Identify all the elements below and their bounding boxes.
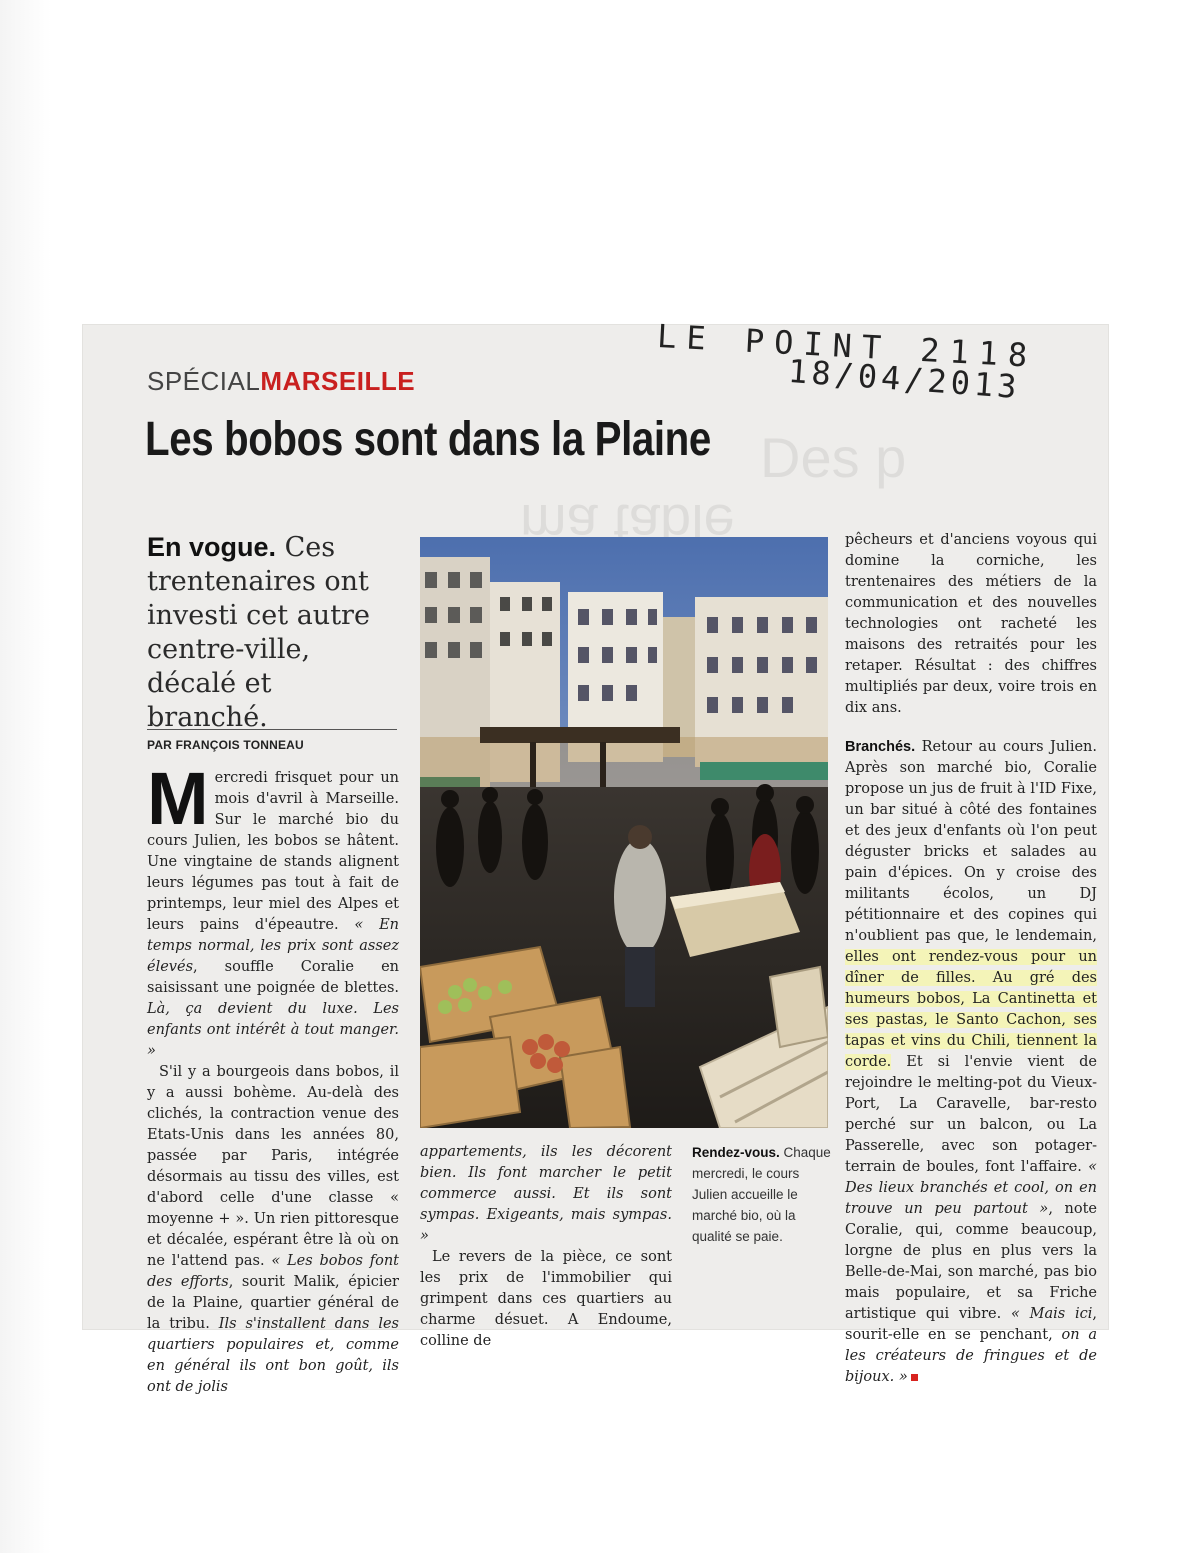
- text-run: Retour au cours Julien. Après son marché…: [845, 739, 1097, 944]
- byline-rule: [147, 729, 397, 730]
- market-photo: [420, 537, 828, 1128]
- text-run: S'il y a bourgeois dans bobos, il y a au…: [147, 1064, 399, 1269]
- paragraph: S'il y a bourgeois dans bobos, il y a au…: [147, 1062, 399, 1398]
- paragraph: appartements, ils les décorent bien. Ils…: [420, 1142, 672, 1247]
- paragraph: pêcheurs et d'anciens voyous qui domine …: [845, 532, 1097, 716]
- section-kicker: SPÉCIALMARSEILLE: [147, 366, 415, 397]
- kicker-city: MARSEILLE: [260, 366, 416, 396]
- paragraph: Le revers de la pièce, ce sont les prix …: [420, 1249, 672, 1349]
- text-run: Et si l'envie vient de rejoindre le melt…: [845, 1054, 1097, 1175]
- show-through-text: Des p: [760, 426, 907, 489]
- quote: appartements, ils les décorent bien. Ils…: [420, 1144, 672, 1244]
- drop-cap: M: [147, 757, 209, 840]
- market-photo-illustration: [420, 537, 828, 1128]
- subhead: Branchés.: [845, 739, 916, 755]
- paragraph: Mercredi frisquet pour un mois d'avril à…: [147, 757, 399, 1062]
- end-mark: [910, 1374, 918, 1381]
- headline: Les bobos sont dans la Plaine: [145, 413, 711, 466]
- standfirst: En vogue. Ces trentenaires ont investi c…: [147, 530, 397, 735]
- column-3: pêcheurs et d'anciens voyous qui domine …: [845, 530, 1097, 1388]
- kicker-special: SPÉCIAL: [147, 366, 261, 396]
- byline: PAR FRANÇOIS TONNEAU: [147, 738, 304, 752]
- scan-edge: [0, 0, 52, 1553]
- column-1: Mercredi frisquet pour un mois d'avril à…: [147, 757, 399, 1398]
- standfirst-lead: En vogue.: [147, 532, 277, 562]
- column-2: appartements, ils les décorent bien. Ils…: [420, 1142, 672, 1352]
- quote: « Mais ici: [1010, 1306, 1093, 1322]
- quote: Là, ça devient du luxe. Les enfants ont …: [147, 1001, 399, 1059]
- highlighted-text: elles ont rendez-vous pour un dîner de f…: [845, 949, 1097, 1070]
- paragraph: Branchés. Retour au cours Julien. Après …: [845, 737, 1097, 1388]
- photo-caption: Rendez-vous. Chaque mercredi, le cours J…: [692, 1142, 832, 1247]
- text-run: , note Coralie, qui, comme beaucoup, lor…: [845, 1201, 1097, 1322]
- standfirst-text: Ces trentenaires ont investi cet autre c…: [147, 532, 370, 733]
- caption-lead: Rendez-vous.: [692, 1145, 780, 1160]
